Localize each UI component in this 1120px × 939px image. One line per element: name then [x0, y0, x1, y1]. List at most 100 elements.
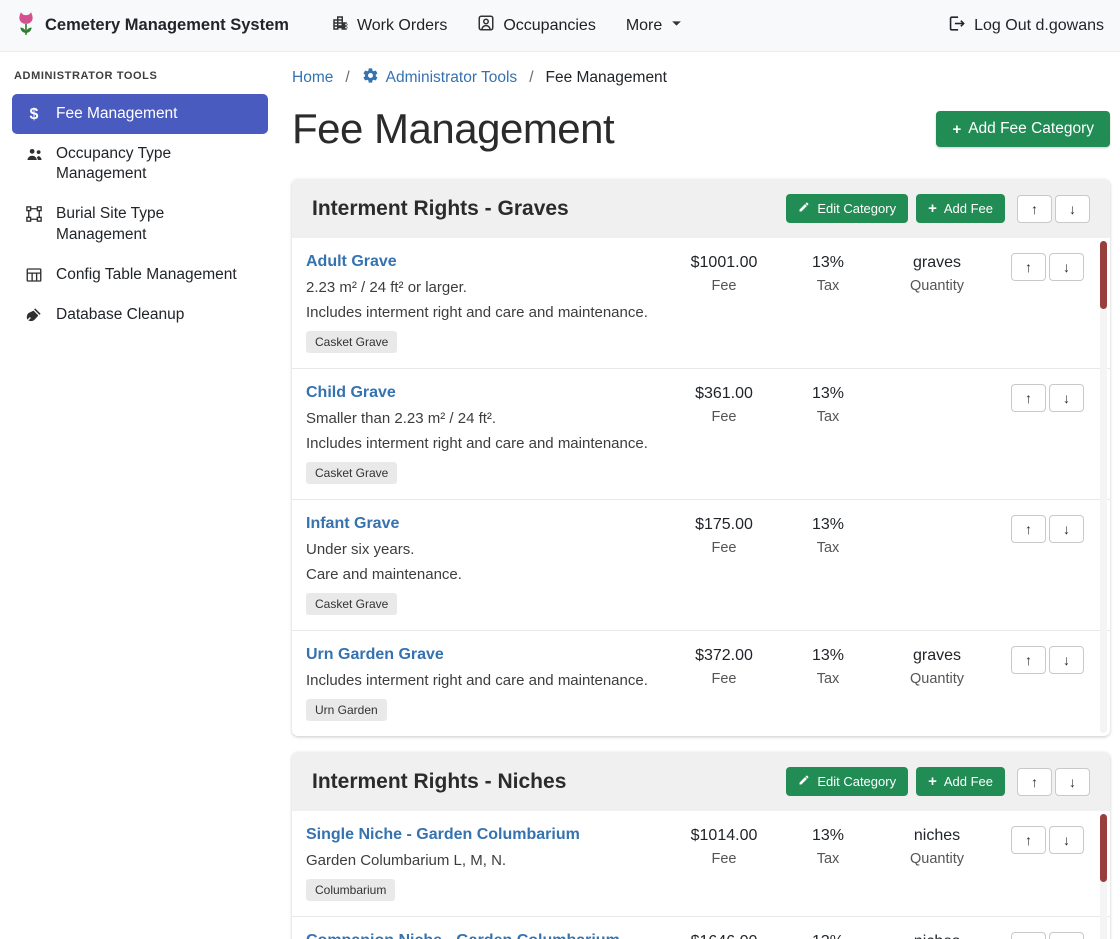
category-card-graves: Interment Rights - Graves Edit Category …: [292, 179, 1110, 736]
breadcrumb-home-label: Home: [292, 69, 333, 87]
fee-description: Care and maintenance.: [306, 566, 670, 583]
fee-tax-label: Tax: [778, 540, 878, 556]
fee-description: Includes interment right and care and ma…: [306, 435, 670, 452]
scrollbar-track[interactable]: [1100, 241, 1107, 733]
logout-label: Log Out d.gowans: [974, 17, 1104, 35]
fee-move-down-button[interactable]: ↓: [1049, 384, 1084, 412]
fee-move-up-button[interactable]: ↑: [1011, 646, 1046, 674]
fee-tax: 13%: [778, 647, 878, 665]
sidebar-item-fee-management[interactable]: $ Fee Management: [12, 94, 268, 134]
fee-move-down-button[interactable]: ↓: [1049, 826, 1084, 854]
add-fee-button[interactable]: + Add Fee: [916, 194, 1005, 223]
scrollbar-thumb[interactable]: [1100, 814, 1107, 882]
city-icon: [331, 14, 349, 37]
fee-move-up-button[interactable]: ↑: [1011, 515, 1046, 543]
category-title: Interment Rights - Niches: [312, 770, 566, 794]
sidebar-item-label: Fee Management: [56, 104, 178, 124]
fee-tax-label: Tax: [778, 671, 878, 687]
add-fee-button[interactable]: + Add Fee: [916, 767, 1005, 796]
people-icon: [24, 145, 44, 164]
nav-links: Work Orders Occupancies More: [331, 14, 683, 37]
category-header: Interment Rights - Graves Edit Category …: [292, 179, 1110, 238]
fee-name-link[interactable]: Single Niche - Garden Columbarium: [306, 826, 580, 844]
fee-tax: 13%: [778, 385, 878, 403]
fee-row: Child Grave Smaller than 2.23 m² / 24 ft…: [292, 369, 1110, 500]
sidebar-item-label: Occupancy Type Management: [56, 144, 256, 184]
nav-work-orders-label: Work Orders: [357, 17, 447, 35]
fee-move-up-button[interactable]: ↑: [1011, 384, 1046, 412]
fee-name-link[interactable]: Adult Grave: [306, 253, 397, 271]
tulip-logo-icon: [16, 10, 36, 41]
add-fee-label: Add Fee: [944, 774, 993, 789]
page-title: Fee Management: [292, 105, 614, 153]
breadcrumb-separator: /: [345, 69, 349, 87]
chevron-down-icon: [670, 17, 683, 35]
fee-amount: $1014.00: [670, 827, 778, 845]
nav-more-label: More: [626, 17, 662, 35]
sidebar-item-config-table[interactable]: Config Table Management: [12, 255, 268, 295]
fee-tag: Casket Grave: [306, 462, 397, 484]
fee-move-up-button[interactable]: ↑: [1011, 932, 1046, 939]
app-title: Cemetery Management System: [45, 16, 289, 35]
breadcrumb-admin-tools-label: Administrator Tools: [386, 69, 518, 87]
sidebar-item-burial-site-type[interactable]: Burial Site Type Management: [12, 194, 268, 254]
fee-name-link[interactable]: Infant Grave: [306, 515, 399, 533]
plus-icon: +: [928, 201, 937, 216]
fee-tag: Urn Garden: [306, 699, 387, 721]
fee-name-link[interactable]: Urn Garden Grave: [306, 646, 444, 664]
plus-icon: +: [928, 774, 937, 789]
fee-quantity-unit: niches: [878, 827, 996, 845]
app-brand: Cemetery Management System: [16, 10, 289, 41]
fee-row: Single Niche - Garden Columbarium Garden…: [292, 811, 1110, 917]
fee-move-down-button[interactable]: ↓: [1049, 253, 1084, 281]
category-header: Interment Rights - Niches Edit Category …: [292, 752, 1110, 811]
fee-description: Smaller than 2.23 m² / 24 ft².: [306, 410, 670, 427]
fee-amount-label: Fee: [670, 409, 778, 425]
fee-move-up-button[interactable]: ↑: [1011, 253, 1046, 281]
fee-move-down-button[interactable]: ↓: [1049, 646, 1084, 674]
occupancy-icon: [477, 14, 495, 37]
fee-quantity-unit: niches: [878, 933, 996, 939]
scrollbar-thumb[interactable]: [1100, 241, 1107, 309]
fee-row: Adult Grave 2.23 m² / 24 ft² or larger. …: [292, 238, 1110, 369]
sidebar-item-database-cleanup[interactable]: Database Cleanup: [12, 295, 268, 335]
edit-category-button[interactable]: Edit Category: [786, 767, 908, 796]
category-move-down-button[interactable]: ↓: [1055, 195, 1090, 223]
fee-move-down-button[interactable]: ↓: [1049, 515, 1084, 543]
pencil-icon: [798, 774, 810, 789]
fee-amount-label: Fee: [670, 540, 778, 556]
category-move-up-button[interactable]: ↑: [1017, 768, 1052, 796]
nav-occupancies[interactable]: Occupancies: [477, 14, 596, 37]
breadcrumb-admin-tools-link[interactable]: Administrator Tools: [362, 67, 518, 89]
sidebar-item-occupancy-type[interactable]: Occupancy Type Management: [12, 134, 268, 194]
scrollbar-track[interactable]: [1100, 814, 1107, 939]
fee-amount-label: Fee: [670, 671, 778, 687]
add-fee-category-button[interactable]: + Add Fee Category: [936, 111, 1110, 147]
fee-name-link[interactable]: Companion Niche - Garden Columbarium: [306, 932, 620, 939]
fee-tag: Casket Grave: [306, 593, 397, 615]
fee-row: Infant Grave Under six years. Care and m…: [292, 500, 1110, 631]
gear-icon: [362, 67, 379, 89]
category-card-niches: Interment Rights - Niches Edit Category …: [292, 752, 1110, 939]
breadcrumb-home-link[interactable]: Home: [292, 69, 333, 87]
edit-category-button[interactable]: Edit Category: [786, 194, 908, 223]
fee-tag: Casket Grave: [306, 331, 397, 353]
plus-icon: +: [952, 122, 961, 137]
logout-link[interactable]: Log Out d.gowans: [947, 14, 1104, 38]
fee-description: Includes interment right and care and ma…: [306, 672, 670, 689]
fee-tax: 13%: [778, 254, 878, 272]
fee-quantity-unit: graves: [878, 647, 996, 665]
nav-work-orders[interactable]: Work Orders: [331, 14, 447, 37]
fee-amount-label: Fee: [670, 851, 778, 867]
nav-more[interactable]: More: [626, 17, 683, 35]
main-content: Home / Administrator Tools / Fee Managem…: [280, 52, 1120, 939]
fee-move-up-button[interactable]: ↑: [1011, 826, 1046, 854]
fee-amount-label: Fee: [670, 278, 778, 294]
fee-name-link[interactable]: Child Grave: [306, 384, 396, 402]
fee-move-down-button[interactable]: ↓: [1049, 932, 1084, 939]
sidebar: ADMINISTRATOR TOOLS $ Fee Management Occ…: [0, 52, 280, 939]
category-move-down-button[interactable]: ↓: [1055, 768, 1090, 796]
breadcrumb-current: Fee Management: [546, 69, 668, 87]
category-move-up-button[interactable]: ↑: [1017, 195, 1052, 223]
fee-quantity-label: Quantity: [878, 671, 996, 687]
